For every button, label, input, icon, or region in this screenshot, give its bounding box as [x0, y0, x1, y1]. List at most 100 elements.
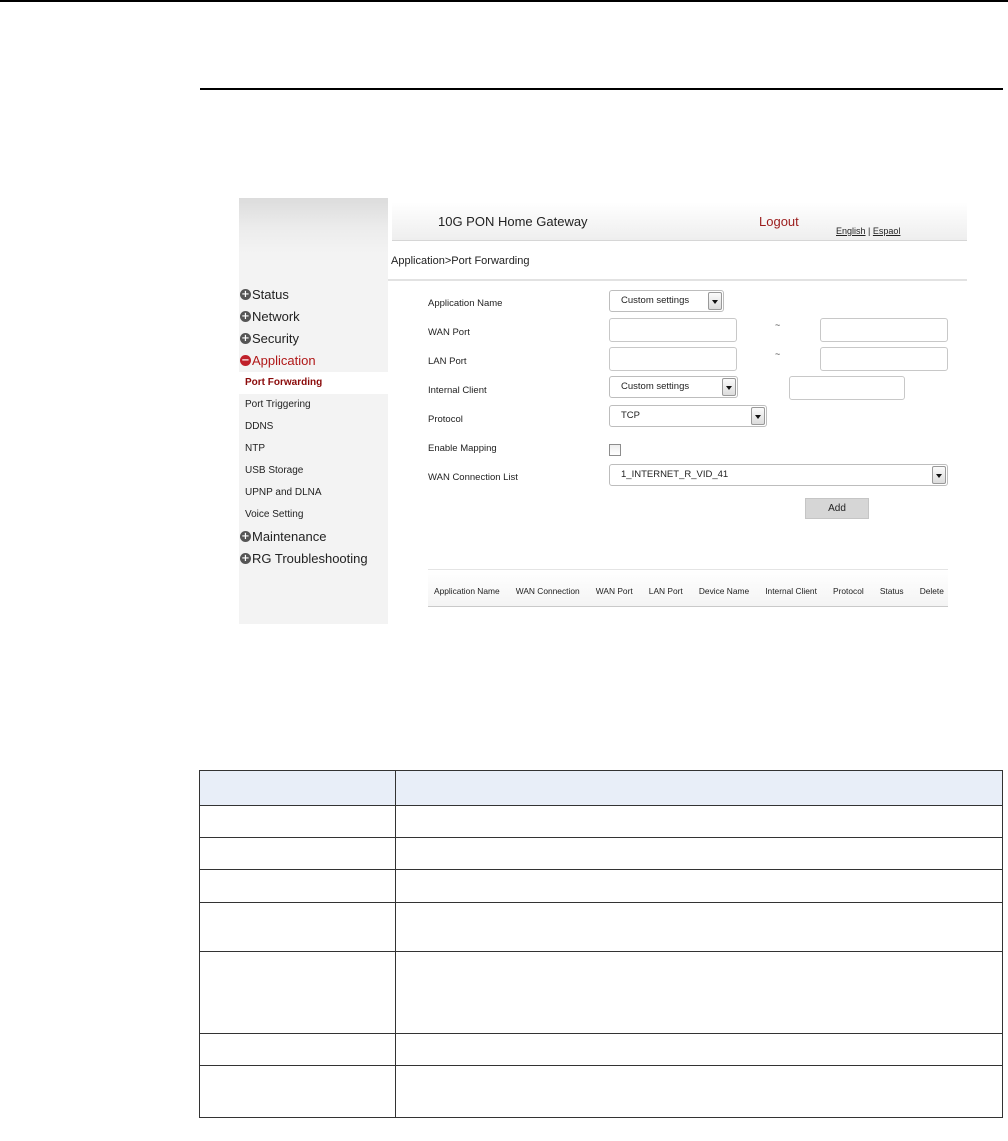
column-header: LAN Port — [648, 586, 683, 596]
sidebar-item-upnp-and-dlna[interactable]: UPNP and DLNA — [239, 482, 388, 504]
chevron-down-icon — [751, 407, 765, 425]
table-header-row — [199, 770, 1003, 806]
sidebar-item-label: USB Storage — [245, 465, 304, 476]
add-button[interactable]: Add — [805, 498, 869, 519]
page-top-rule — [0, 0, 1008, 2]
table-cell — [395, 869, 1003, 903]
application-name-label: Application Name — [428, 298, 503, 309]
breadcrumb: Application>Port Forwarding — [391, 255, 530, 267]
sidebar-item-port-triggering[interactable]: Port Triggering — [239, 394, 388, 416]
column-header: Delete — [919, 586, 944, 596]
table-row — [199, 1065, 1003, 1118]
wan-port-range-separator: ~ — [775, 320, 781, 330]
table-cell — [199, 1065, 396, 1118]
router-screenshot: + Status + Network + Security − Application Port… — [239, 198, 967, 624]
expand-icon: + — [240, 311, 251, 322]
sidebar-item-port-forwarding[interactable]: Port Forwarding — [239, 372, 388, 394]
sidebar-item-label: Application — [252, 353, 316, 368]
chevron-down-icon — [932, 466, 946, 484]
column-header: Internal Client — [765, 586, 817, 596]
sidebar-item-label: RG Troubleshooting — [252, 551, 368, 566]
protocol-value: TCP — [621, 410, 640, 421]
sidebar-item-application[interactable]: − Application — [239, 350, 388, 372]
sidebar-item-rg-troubleshooting[interactable]: + RG Troubleshooting — [239, 548, 388, 570]
wan-connection-label: WAN Connection List — [428, 472, 518, 483]
logout-link[interactable]: Logout — [759, 214, 799, 229]
table-row — [199, 1033, 1003, 1066]
internal-client-select[interactable]: Custom settings — [609, 376, 738, 398]
language-separator: | — [868, 226, 871, 236]
language-switch: English | Espaol — [836, 226, 900, 236]
rules-table-header: Application Name WAN Connection WAN Port LA… — [428, 569, 948, 607]
espanol-link[interactable]: Espaol — [873, 226, 901, 236]
sidebar-item-ntp[interactable]: NTP — [239, 438, 388, 460]
main-content: 10G PON Home Gateway Logout English | Es… — [388, 198, 967, 624]
header-cell — [395, 770, 1003, 806]
table-cell — [395, 1065, 1003, 1118]
header-cell — [199, 770, 396, 806]
protocol-select[interactable]: TCP — [609, 405, 767, 427]
breadcrumb-divider — [388, 279, 967, 281]
sidebar-item-network[interactable]: + Network — [239, 306, 388, 328]
sidebar-item-label: Port Triggering — [245, 399, 311, 410]
table-cell — [199, 902, 396, 952]
chevron-down-icon — [722, 378, 736, 396]
column-header: WAN Connection — [515, 586, 580, 596]
sidebar: + Status + Network + Security − Application Port… — [239, 198, 388, 624]
sidebar-item-security[interactable]: + Security — [239, 328, 388, 350]
table-row — [199, 837, 1003, 870]
enable-mapping-label: Enable Mapping — [428, 443, 497, 454]
table-row — [199, 951, 1003, 1034]
collapse-icon: − — [240, 355, 251, 366]
lan-port-label: LAN Port — [428, 356, 467, 367]
table-row — [199, 805, 1003, 838]
table-cell — [395, 951, 1003, 1034]
table-cell — [395, 805, 1003, 838]
table-cell — [199, 805, 396, 838]
column-header: WAN Port — [595, 586, 633, 596]
sidebar-item-label: Maintenance — [252, 529, 327, 544]
table-cell — [395, 837, 1003, 870]
wan-port-label: WAN Port — [428, 327, 470, 338]
section-rule — [200, 88, 1003, 90]
internal-client-label: Internal Client — [428, 385, 487, 396]
internal-client-value: Custom settings — [621, 381, 690, 392]
rules-table-columns: Application Name WAN Connection WAN Port LA… — [428, 586, 948, 596]
lan-port-start-input[interactable] — [609, 347, 737, 371]
column-header: Device Name — [698, 586, 750, 596]
sidebar-item-label: DDNS — [245, 421, 274, 432]
lan-port-range-separator: ~ — [775, 349, 781, 359]
sidebar-item-label: NTP — [245, 443, 265, 454]
sidebar-nav: + Status + Network + Security − Application Port… — [239, 284, 388, 570]
wan-connection-value: 1_INTERNET_R_VID_41 — [621, 469, 729, 480]
column-header: Protocol — [833, 586, 864, 596]
sidebar-item-ddns[interactable]: DDNS — [239, 416, 388, 438]
wan-port-start-input[interactable] — [609, 318, 737, 342]
internal-client-ip-input[interactable] — [789, 376, 905, 400]
sidebar-item-label: Port Forwarding — [245, 377, 323, 388]
sidebar-item-label: Status — [252, 287, 289, 302]
sidebar-item-label: UPNP and DLNA — [245, 487, 322, 498]
table-cell — [199, 951, 396, 1034]
english-link[interactable]: English — [836, 226, 866, 236]
sidebar-item-maintenance[interactable]: + Maintenance — [239, 526, 388, 548]
sidebar-item-label: Security — [252, 331, 299, 346]
protocol-label: Protocol — [428, 414, 463, 425]
wan-connection-select[interactable]: 1_INTERNET_R_VID_41 — [609, 464, 948, 486]
expand-icon: + — [240, 289, 251, 300]
table-row — [199, 869, 1003, 903]
lan-port-end-input[interactable] — [820, 347, 948, 371]
table-row — [199, 902, 1003, 952]
header-bar: 10G PON Home Gateway Logout English | Es… — [392, 202, 967, 241]
application-name-select[interactable]: Custom settings — [609, 290, 724, 312]
sidebar-item-status[interactable]: + Status — [239, 284, 388, 306]
sidebar-item-voice-setting[interactable]: Voice Setting — [239, 504, 388, 526]
column-header: Application Name — [434, 586, 500, 596]
sidebar-item-usb-storage[interactable]: USB Storage — [239, 460, 388, 482]
expand-icon: + — [240, 553, 251, 564]
enable-mapping-checkbox[interactable] — [609, 444, 621, 456]
expand-icon: + — [240, 531, 251, 542]
column-header: Status — [879, 586, 904, 596]
chevron-down-icon — [708, 292, 722, 310]
wan-port-end-input[interactable] — [820, 318, 948, 342]
